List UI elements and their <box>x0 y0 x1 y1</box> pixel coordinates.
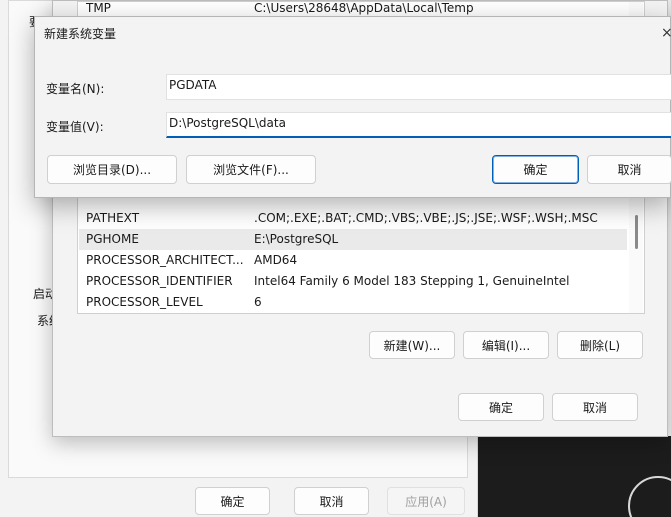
table-row[interactable]: PROCESSOR_ARCHITECT... AMD64 <box>79 250 627 271</box>
browse-file-button[interactable]: 浏览文件(F)... <box>186 155 316 184</box>
desktop-graphic <box>628 476 671 517</box>
variable-name-input[interactable]: PGDATA <box>166 74 671 100</box>
delete-variable-button[interactable]: 删除(L) <box>557 331 643 359</box>
variable-value: AMD64 <box>254 253 298 267</box>
variable-value-label: 变量值(V): <box>46 120 104 134</box>
variable-value: .COM;.EXE;.BAT;.CMD;.VBS;.VBE;.JS;.JSE;.… <box>254 211 598 225</box>
new-variable-button[interactable]: 新建(W)... <box>369 331 455 359</box>
close-icon[interactable]: × <box>661 25 671 41</box>
table-row[interactable]: PROCESSOR_IDENTIFIER Intel64 Family 6 Mo… <box>79 271 627 292</box>
dialog-title: 新建系统变量 <box>44 27 117 41</box>
variable-name: PROCESSOR_ARCHITECT... <box>86 253 244 267</box>
variable-name-label: 变量名(N): <box>46 82 105 96</box>
sysprops-apply-button[interactable]: 应用(A) <box>387 487 465 515</box>
variable-name: TMP <box>86 1 111 15</box>
env-ok-button[interactable]: 确定 <box>458 393 544 421</box>
table-row[interactable]: PATHEXT .COM;.EXE;.BAT;.CMD;.VBS;.VBE;.J… <box>79 208 627 229</box>
browse-directory-button[interactable]: 浏览目录(D)... <box>47 155 177 184</box>
variable-value: C:\Users\28648\AppData\Local\Temp <box>254 1 474 15</box>
table-row-selected[interactable]: PGHOME E:\PostgreSQL <box>79 229 627 250</box>
desktop-background <box>478 436 671 517</box>
new-var-cancel-button[interactable]: 取消 <box>587 155 671 184</box>
sysprops-ok-button[interactable]: 确定 <box>195 487 270 515</box>
sysprops-cancel-button[interactable]: 取消 <box>294 487 369 515</box>
scrollbar-thumb[interactable] <box>635 215 638 249</box>
new-system-variable-dialog: 新建系统变量 × 变量名(N): PGDATA 变量值(V): D:\Postg… <box>34 16 671 198</box>
variable-name: PROCESSOR_IDENTIFIER <box>86 274 233 288</box>
variable-value: E:\PostgreSQL <box>254 232 339 246</box>
table-row[interactable]: PROCESSOR_LEVEL 6 <box>79 292 627 313</box>
variable-value-input[interactable]: D:\PostgreSQL\data <box>166 112 671 138</box>
variable-value: Intel64 Family 6 Model 183 Stepping 1, G… <box>254 274 570 288</box>
new-var-ok-button[interactable]: 确定 <box>492 155 579 184</box>
variable-value: 6 <box>254 295 262 309</box>
edit-variable-button[interactable]: 编辑(I)... <box>463 331 549 359</box>
env-cancel-button[interactable]: 取消 <box>552 393 638 421</box>
variable-name: PGHOME <box>86 232 139 246</box>
variable-name: PROCESSOR_LEVEL <box>86 295 203 309</box>
variable-name: PATHEXT <box>86 211 140 225</box>
